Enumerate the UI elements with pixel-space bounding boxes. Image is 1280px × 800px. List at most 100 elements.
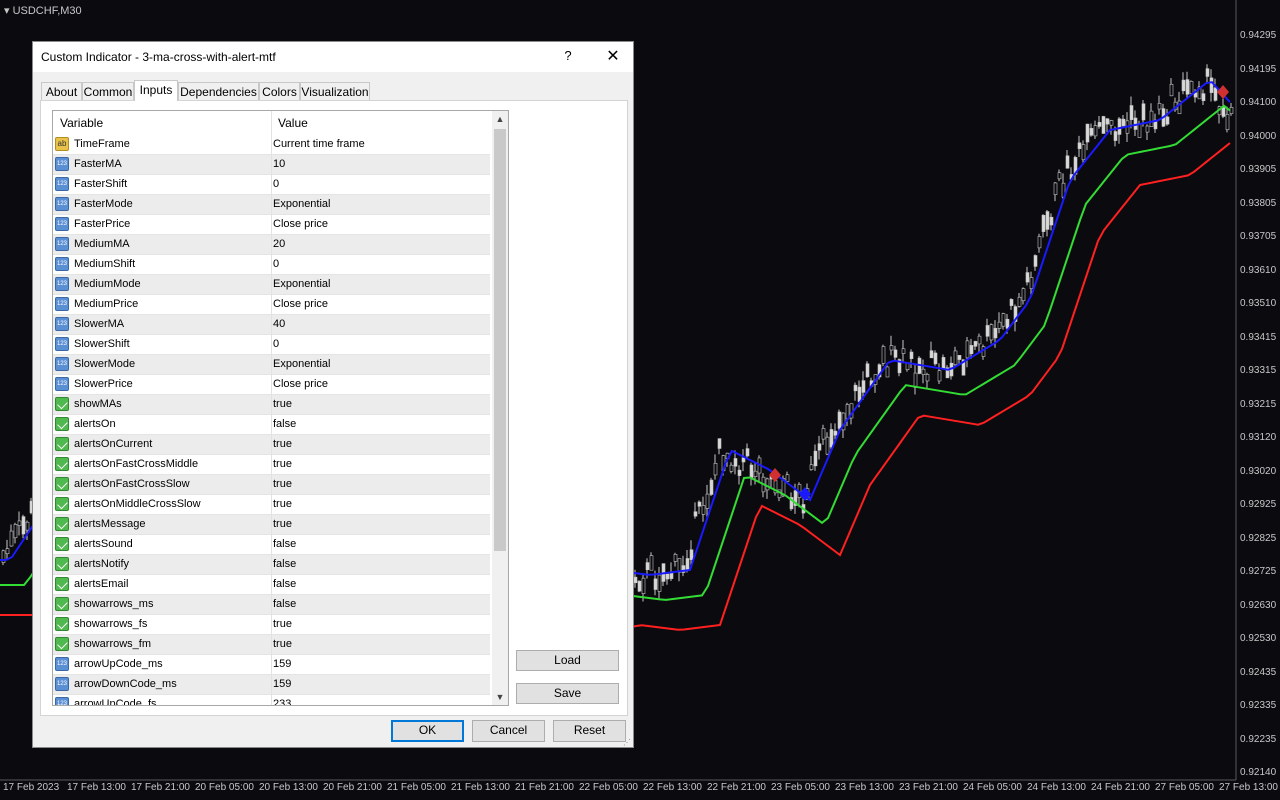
input-row[interactable]: showarrows_fm true	[53, 635, 490, 655]
input-row[interactable]: alertsOnCurrent true	[53, 435, 490, 455]
save-button[interactable]: Save	[516, 683, 619, 704]
scroll-thumb[interactable]	[494, 129, 506, 551]
input-row[interactable]: MediumMode Exponential	[53, 275, 490, 295]
load-button[interactable]: Load	[516, 650, 619, 671]
variable-name: alertsSound	[74, 538, 133, 550]
candle-body	[985, 325, 990, 337]
variable-value[interactable]: true	[273, 638, 292, 650]
input-row[interactable]: alertsOnFastCrossSlow true	[53, 475, 490, 495]
variable-value[interactable]: false	[273, 418, 296, 430]
time-tick-label: 27 Feb 13:00	[1219, 782, 1278, 793]
close-button[interactable]: ✕	[599, 46, 627, 68]
candle-body	[1033, 255, 1038, 267]
scroll-down-icon[interactable]: ▼	[492, 689, 508, 705]
help-button[interactable]: ?	[555, 48, 581, 66]
tab-dependencies[interactable]: Dependencies	[178, 82, 259, 100]
variable-value[interactable]: true	[273, 618, 292, 630]
input-row[interactable]: SlowerShift 0	[53, 335, 490, 355]
candle-body	[953, 350, 958, 365]
variable-value[interactable]: Exponential	[273, 358, 331, 370]
input-row[interactable]: FasterShift 0	[53, 175, 490, 195]
tab-colors[interactable]: Colors	[259, 82, 300, 100]
scroll-up-icon[interactable]: ▲	[492, 111, 508, 127]
input-row[interactable]: showMAs true	[53, 395, 490, 415]
price-tick-label: 0.92825	[1240, 532, 1277, 544]
variable-value[interactable]: true	[273, 478, 292, 490]
variable-value[interactable]: Exponential	[273, 198, 331, 210]
variable-value[interactable]: 20	[273, 238, 285, 250]
variable-value[interactable]: Close price	[273, 378, 328, 390]
candle-body	[1041, 215, 1046, 232]
variable-value[interactable]: true	[273, 518, 292, 530]
variable-value[interactable]: false	[273, 598, 296, 610]
input-row[interactable]: alertsSound false	[53, 535, 490, 555]
variable-value[interactable]: Current time frame	[273, 138, 365, 150]
input-row[interactable]: showarrows_ms false	[53, 595, 490, 615]
tab-common[interactable]: Common	[82, 82, 134, 100]
variable-value[interactable]: Exponential	[273, 278, 331, 290]
candle-body	[1025, 272, 1030, 283]
variable-value[interactable]: 159	[273, 658, 291, 670]
variable-value[interactable]: Close price	[273, 298, 328, 310]
input-row[interactable]: FasterMode Exponential	[53, 195, 490, 215]
price-tick-label: 0.93315	[1240, 365, 1277, 376]
variable-value[interactable]: 10	[273, 158, 285, 170]
input-row[interactable]: alertsOnMiddleCrossSlow true	[53, 495, 490, 515]
variable-value[interactable]: false	[273, 538, 296, 550]
variable-name: FasterMode	[74, 198, 133, 210]
cancel-button[interactable]: Cancel	[472, 720, 545, 742]
input-row[interactable]: SlowerMA 40	[53, 315, 490, 335]
input-row[interactable]: arrowDownCode_ms 159	[53, 675, 490, 695]
cell-separator	[271, 395, 272, 415]
variable-value[interactable]: true	[273, 498, 292, 510]
candle-body	[1101, 116, 1106, 134]
candle-body	[901, 348, 906, 354]
variable-value[interactable]: 233	[273, 698, 291, 705]
cell-separator	[271, 335, 272, 355]
price-tick-label: 0.92725	[1240, 566, 1277, 577]
input-row[interactable]: SlowerMode Exponential	[53, 355, 490, 375]
variable-name: showarrows_ms	[74, 598, 154, 610]
cell-separator	[271, 675, 272, 695]
input-row[interactable]: alertsMessage true	[53, 515, 490, 535]
variable-value[interactable]: 0	[273, 258, 279, 270]
reset-button[interactable]: Reset	[553, 720, 626, 742]
column-variable[interactable]: Variable	[60, 116, 103, 130]
input-row[interactable]: MediumMA 20	[53, 235, 490, 255]
column-value[interactable]: Value	[278, 116, 308, 130]
candle-body	[1165, 116, 1170, 125]
input-row[interactable]: arrowUpCode_ms 159	[53, 655, 490, 675]
ok-button[interactable]: OK	[391, 720, 464, 742]
grid-scrollbar[interactable]: ▲ ▼	[492, 111, 508, 705]
input-row[interactable]: arrowUpCode_fs 233	[53, 695, 490, 705]
dialog-titlebar[interactable]: Custom Indicator - 3-ma-cross-with-alert…	[33, 42, 633, 72]
input-row[interactable]: TimeFrame Current time frame	[53, 135, 490, 155]
variable-value[interactable]: 0	[273, 338, 279, 350]
input-row[interactable]: alertsOnFastCrossMiddle true	[53, 455, 490, 475]
tab-about[interactable]: About	[41, 82, 82, 100]
variable-value[interactable]: false	[273, 558, 296, 570]
input-row[interactable]: MediumShift 0	[53, 255, 490, 275]
input-row[interactable]: SlowerPrice Close price	[53, 375, 490, 395]
input-row[interactable]: MediumPrice Close price	[53, 295, 490, 315]
input-row[interactable]: alertsNotify false	[53, 555, 490, 575]
variable-value[interactable]: 0	[273, 178, 279, 190]
input-row[interactable]: FasterPrice Close price	[53, 215, 490, 235]
input-row[interactable]: showarrows_fs true	[53, 615, 490, 635]
resize-grip-icon[interactable]: ⋰	[623, 738, 631, 747]
variable-value[interactable]: 159	[273, 678, 291, 690]
cell-separator	[271, 295, 272, 315]
variable-value[interactable]: true	[273, 458, 292, 470]
variable-value[interactable]: Close price	[273, 218, 328, 230]
column-separator[interactable]	[271, 111, 272, 135]
candle-body	[965, 340, 970, 359]
variable-value[interactable]: true	[273, 398, 292, 410]
input-row[interactable]: alertsOn false	[53, 415, 490, 435]
input-row[interactable]: FasterMA 10	[53, 155, 490, 175]
variable-value[interactable]: true	[273, 438, 292, 450]
tab-inputs[interactable]: Inputs	[134, 80, 178, 101]
variable-value[interactable]: 40	[273, 318, 285, 330]
input-row[interactable]: alertsEmail false	[53, 575, 490, 595]
tab-visualization[interactable]: Visualization	[300, 82, 370, 100]
variable-value[interactable]: false	[273, 578, 296, 590]
